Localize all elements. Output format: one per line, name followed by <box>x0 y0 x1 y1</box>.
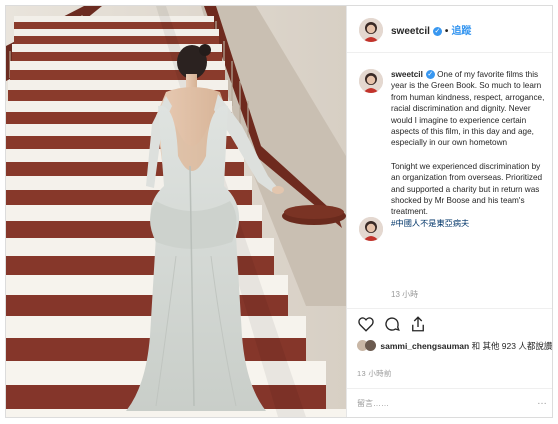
header-user-line: sweetcil ✓ • 追蹤 <box>391 22 471 37</box>
verified-badge-icon: ✓ <box>432 27 442 36</box>
comment-icon[interactable] <box>383 315 401 333</box>
username-link[interactable]: sweetcil <box>391 26 430 37</box>
caption-avatar[interactable] <box>359 69 383 93</box>
caption-paragraph-2: Tonight we experienced discrimination by… <box>391 161 549 229</box>
avatar-image <box>359 217 383 241</box>
caption-username[interactable]: sweetcil <box>391 70 423 79</box>
follow-button[interactable]: 追蹤 <box>451 26 471 37</box>
add-comment-bar: 留言…… … <box>347 388 553 418</box>
post-side-panel: sweetcil ✓ • 追蹤 sweetcil ✓ One of my fav… <box>346 6 553 417</box>
comment-avatar[interactable] <box>359 217 383 241</box>
caption-text-2: Tonight we experienced discrimination by… <box>391 161 543 217</box>
profile-avatar[interactable] <box>359 18 383 42</box>
post-header: sweetcil ✓ • 追蹤 <box>347 6 553 53</box>
caption-text-1: One of my favorite films this year is th… <box>391 70 545 148</box>
hashtag-link[interactable]: #中國人不是東亞病夫 <box>391 219 469 228</box>
caption-paragraph-1: sweetcil ✓ One of my favorite films this … <box>391 69 549 149</box>
avatar-image <box>359 69 383 93</box>
separator-dot: • <box>444 26 449 37</box>
caption-timestamp: 13 小時 <box>391 290 419 299</box>
post-photo[interactable] <box>6 6 346 417</box>
instagram-post-window: sweetcil ✓ • 追蹤 sweetcil ✓ One of my fav… <box>0 0 558 424</box>
more-options-icon[interactable]: … <box>537 396 547 407</box>
avatar-image <box>359 18 383 42</box>
liker-username[interactable]: sammi_chengsauman <box>380 341 469 351</box>
staircase-photo-illustration <box>6 6 346 417</box>
post-caption: sweetcil ✓ One of my favorite films this … <box>391 69 549 229</box>
add-comment-input[interactable]: 留言…… <box>357 398 389 409</box>
share-icon[interactable] <box>409 315 427 333</box>
action-bar <box>347 308 553 339</box>
heart-icon[interactable] <box>357 315 375 333</box>
verified-badge-icon: ✓ <box>425 70 435 79</box>
liker-avatar-2 <box>365 340 376 351</box>
likes-count-text[interactable]: 和 其他 923 人都說讚 <box>472 341 553 351</box>
comments-area: sweetcil ✓ One of my favorite films this … <box>347 53 553 308</box>
likes-line: sammi_chengsauman 和 其他 923 人都說讚 <box>357 340 553 352</box>
post-timestamp: 13 小時前 <box>357 369 392 378</box>
